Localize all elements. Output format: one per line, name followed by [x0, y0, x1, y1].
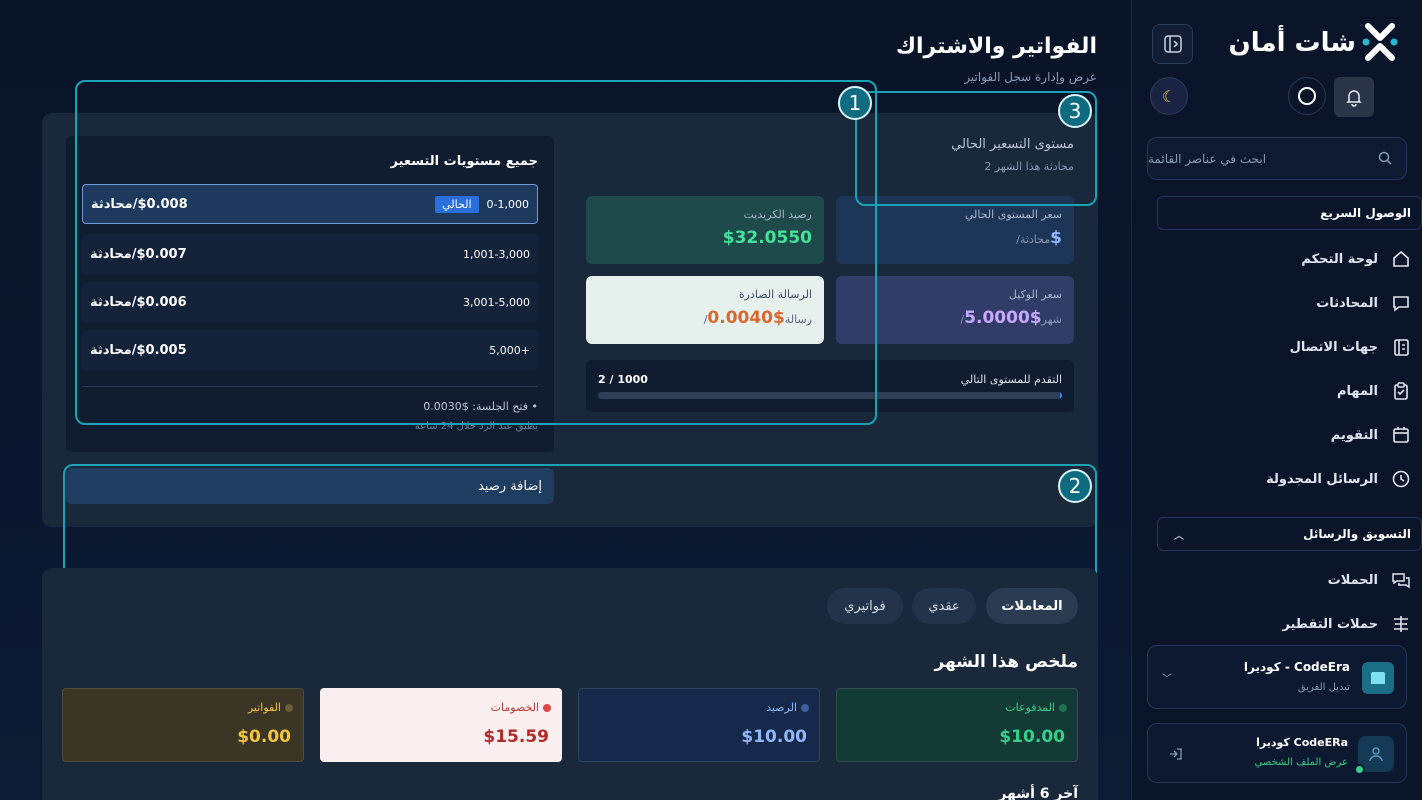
- tab-transactions[interactable]: المعاملات: [986, 588, 1078, 624]
- clipboard-icon: [1390, 380, 1412, 402]
- logo-icon: [1362, 23, 1398, 61]
- page-title: الفواتير والاشتراك: [895, 34, 1097, 59]
- nav-conversations[interactable]: المحادثات: [1157, 288, 1412, 318]
- payments-value: $10.00: [999, 727, 1065, 747]
- team-sub: تبديل الفريق: [1297, 682, 1350, 693]
- card-label: المدفوعات: [1005, 701, 1055, 714]
- nav-drip-campaigns[interactable]: حملات التقطير: [1157, 609, 1412, 639]
- payments-dot-icon: [1059, 703, 1067, 712]
- building-icon: [1371, 672, 1385, 684]
- logout-icon[interactable]: [1168, 746, 1184, 762]
- online-dot: [1354, 764, 1365, 775]
- tab-my-invoices[interactable]: فواتيري: [827, 588, 903, 624]
- chevron-down-icon: ﹀: [1162, 674, 1172, 685]
- sidebar-toggle-icon: [1163, 35, 1182, 53]
- nav-label: جهات الاتصال: [1289, 339, 1378, 355]
- current-rate-value: $: [1050, 228, 1062, 248]
- team-avatar: [1362, 662, 1394, 694]
- sidebar-search-input[interactable]: ابحث في عناصر القائمة: [1147, 137, 1407, 180]
- calendar-icon: [1390, 424, 1412, 446]
- notifications-button[interactable]: [1334, 77, 1374, 117]
- search-icon: [1378, 151, 1392, 165]
- profile-link[interactable]: عرض الملف الشخصي: [1255, 757, 1348, 768]
- team-name: كوديرا - CodeEra: [1243, 660, 1350, 674]
- balance-dot-icon: [801, 703, 809, 712]
- quick-access-header[interactable]: الوصول السريع: [1157, 196, 1422, 230]
- avatar: [1354, 736, 1394, 775]
- agent-price-value: $5.0000: [964, 308, 1042, 328]
- nav-label: الرسائل المجدولة: [1266, 471, 1378, 487]
- nav-label: حملات التقطير: [1282, 616, 1378, 632]
- logo-text: شات أمان: [1228, 28, 1356, 58]
- tab-my-contract[interactable]: عقدي: [912, 588, 976, 624]
- bell-icon: [1346, 90, 1362, 107]
- annotation-number-2: 2: [1058, 469, 1092, 503]
- nav-label: الحملات: [1327, 572, 1378, 588]
- nav-label: التقويم: [1330, 427, 1378, 443]
- discounts-value: $15.59: [483, 727, 549, 747]
- summary-title: ملخص هذا الشهر: [934, 652, 1079, 672]
- user-icon: [1369, 747, 1383, 762]
- clock-icon: [1390, 468, 1412, 490]
- discounts-card: الخصومات $15.59: [320, 688, 562, 762]
- contacts-icon: [1390, 336, 1412, 358]
- last-months-title: آخر 6 أشهر: [998, 786, 1078, 800]
- nav-scheduled-messages[interactable]: الرسائل المجدولة: [1157, 464, 1412, 494]
- profile-card[interactable]: كوديرا CodeERa عرض الملف الشخصي: [1147, 723, 1407, 783]
- stat-label: سعر المستوى الحالي: [964, 208, 1062, 221]
- collapse-sidebar-button[interactable]: [1152, 24, 1193, 64]
- annotation-number-3: 3: [1058, 94, 1092, 128]
- progress-label: التقدم للمستوى التالي: [960, 373, 1062, 386]
- campaigns-icon: [1390, 569, 1412, 591]
- stat-label: سعر الوكيل: [1008, 288, 1062, 301]
- sidebar: شات أمان ☾ ابحث في عناصر القائمة الوصول …: [1131, 0, 1422, 800]
- nav-label: المهام: [1336, 383, 1378, 399]
- status-button[interactable]: [1288, 77, 1326, 115]
- progress-fill: [1060, 392, 1062, 399]
- marketing-section-header[interactable]: ︿ التسويق والرسائل: [1157, 517, 1422, 551]
- card-label: الخصومات: [490, 701, 539, 714]
- nav-tasks[interactable]: المهام: [1157, 376, 1412, 406]
- balance-value: $10.00: [741, 727, 807, 747]
- nav-dashboard[interactable]: لوحة التحكم: [1157, 244, 1412, 274]
- status-circle-icon: [1298, 87, 1316, 105]
- nav-calendar[interactable]: التقويم: [1157, 420, 1412, 450]
- team-switcher[interactable]: كوديرا - CodeEra تبديل الفريق ﹀: [1147, 645, 1407, 709]
- section-label: التسويق والرسائل: [1303, 527, 1411, 541]
- annotation-box-1: [75, 80, 877, 425]
- card-label: الرصيد: [766, 701, 797, 714]
- theme-toggle-button[interactable]: ☾: [1150, 77, 1188, 115]
- invoices-card: الفواتير $0.00: [62, 688, 304, 762]
- home-icon: [1390, 248, 1412, 270]
- payments-card: المدفوعات $10.00: [836, 688, 1078, 762]
- profile-name: كوديرا CodeERa: [1256, 736, 1348, 749]
- nav-label: المحادثات: [1316, 295, 1378, 311]
- balance-card: الرصيد $10.00: [578, 688, 820, 762]
- chat-icon: [1390, 292, 1412, 314]
- discounts-dot-icon: [543, 703, 551, 712]
- page-subtitle: عرض وإدارة سجل الفواتير: [964, 70, 1097, 84]
- search-placeholder: ابحث في عناصر القائمة: [1148, 151, 1267, 166]
- moon-icon: ☾: [1161, 86, 1177, 106]
- nav-label: لوحة التحكم: [1301, 251, 1378, 267]
- invoices-dot-icon: [285, 703, 293, 712]
- stat-unit: /محادثة: [1016, 233, 1051, 246]
- invoices-value: $0.00: [237, 727, 291, 747]
- annotation-number-1: 1: [838, 86, 872, 120]
- nav-contacts[interactable]: جهات الاتصال: [1157, 332, 1412, 362]
- drip-icon: [1390, 613, 1412, 635]
- card-label: الفواتير: [247, 701, 281, 714]
- chevron-up-icon: ︿: [1174, 530, 1184, 542]
- nav-campaigns[interactable]: الحملات: [1157, 565, 1412, 595]
